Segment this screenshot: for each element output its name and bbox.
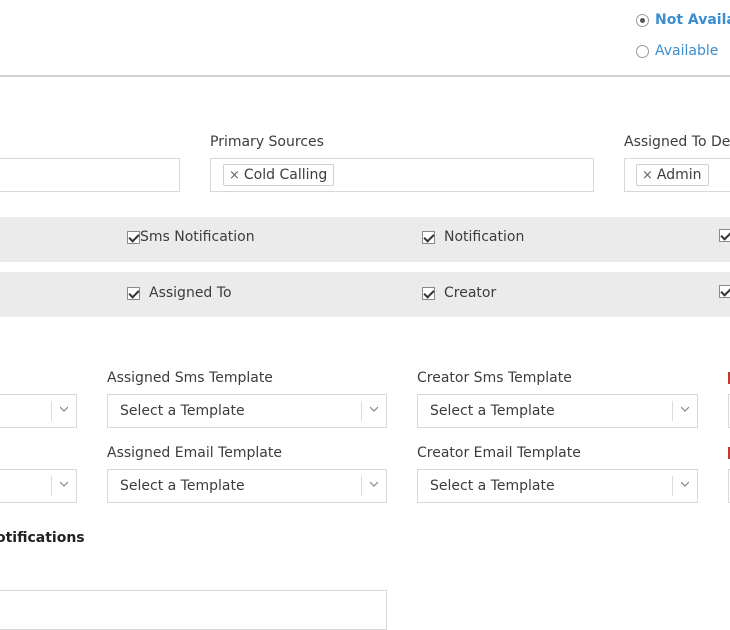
checkbox-checked-icon[interactable] [719, 229, 730, 242]
tag-admin: × Admin [636, 164, 709, 186]
creator-sms-template-label: Creator Sms Template [417, 370, 572, 386]
radio-unselected-icon[interactable] [636, 44, 649, 58]
chevron-down-icon [370, 481, 378, 487]
checkbox-creator[interactable]: Creator [422, 285, 496, 301]
checkbox-checked-icon[interactable] [422, 286, 435, 300]
radio-label-not-available: Not Available [655, 12, 730, 28]
creator-email-template-label: Creator Email Template [417, 445, 581, 461]
tag-label: Cold Calling [243, 167, 328, 183]
assigned-sms-template-select[interactable]: Select a Template [107, 394, 387, 428]
creator-sms-template-select[interactable]: Select a Template [417, 394, 698, 428]
template-select-left[interactable] [0, 394, 77, 428]
notification-textarea[interactable] [0, 590, 387, 630]
creator-email-template-select[interactable]: Select a Template [417, 469, 698, 503]
checkbox-label: Sms Notification [140, 229, 255, 245]
tag-cold-calling: × Cold Calling [223, 164, 335, 186]
checkbox-notification[interactable]: Notification [422, 229, 524, 245]
chevron-down-icon [60, 406, 68, 412]
checkbox-checked-icon[interactable] [127, 286, 140, 300]
primary-sources-field[interactable]: × Cold Calling [210, 158, 594, 192]
checkbox-checked-icon[interactable] [422, 230, 435, 244]
assigned-email-template-label: Assigned Email Template [107, 445, 282, 461]
notification-type-band [0, 217, 730, 262]
header-divider [0, 75, 730, 77]
radio-label-available: Available [655, 43, 719, 59]
remove-tag-icon[interactable]: × [229, 168, 240, 183]
select-separator [51, 476, 52, 496]
radio-selected-icon[interactable] [636, 13, 649, 27]
section-title: otifications [0, 530, 85, 546]
chevron-down-icon [681, 481, 689, 487]
checkbox-checked-icon[interactable] [719, 285, 730, 298]
left-filter-field[interactable] [0, 158, 180, 192]
select-value: Select a Template [430, 403, 555, 419]
radio-not-available[interactable]: Not Available [636, 12, 730, 28]
select-value: Select a Template [430, 478, 555, 494]
select-separator [51, 401, 52, 421]
radio-available[interactable]: Available [636, 43, 718, 59]
select-value: Select a Template [120, 478, 245, 494]
primary-sources-label: Primary Sources [210, 134, 324, 150]
chevron-down-icon [370, 406, 378, 412]
assigned-email-template-select[interactable]: Select a Template [107, 469, 387, 503]
template-select-left[interactable] [0, 469, 77, 503]
assigned-to-field[interactable]: × Admin [624, 158, 730, 192]
select-separator [361, 476, 362, 496]
notification-recipient-band [0, 272, 730, 317]
checkbox-partial[interactable] [719, 229, 730, 242]
select-separator [361, 401, 362, 421]
checkbox-label: Assigned To [149, 285, 232, 301]
select-separator [672, 476, 673, 496]
remove-tag-icon[interactable]: × [642, 168, 653, 183]
select-separator [672, 401, 673, 421]
tag-label: Admin [656, 167, 702, 183]
checkbox-partial[interactable] [719, 285, 730, 298]
chevron-down-icon [681, 406, 689, 412]
checkbox-label: Notification [444, 229, 525, 245]
assigned-to-label: Assigned To Des [624, 134, 730, 150]
checkbox-assigned-to[interactable]: Assigned To [127, 285, 232, 301]
select-value: Select a Template [120, 403, 245, 419]
assigned-sms-template-label: Assigned Sms Template [107, 370, 273, 386]
chevron-down-icon [60, 481, 68, 487]
checkbox-checked-icon[interactable] [127, 230, 140, 244]
checkbox-label: Creator [444, 285, 497, 301]
checkbox-sms-notification[interactable]: Sms Notification [127, 229, 255, 245]
